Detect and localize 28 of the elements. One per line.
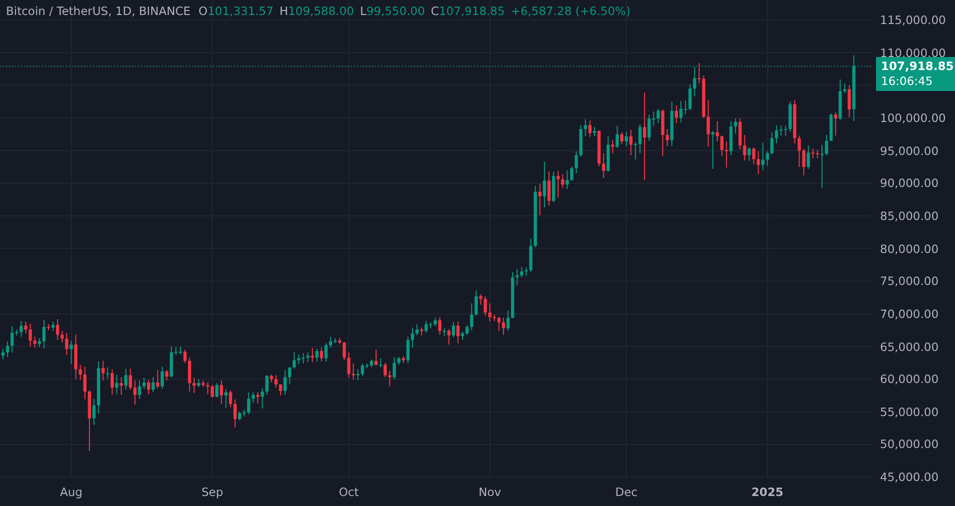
ohlc-value: O101,331.57	[198, 4, 274, 18]
date-tick-label: Dec	[615, 485, 638, 499]
price-tick-label: 55,000.00	[880, 404, 939, 420]
price-change: +6,587.28 (+6.50%)	[510, 4, 630, 18]
date-tick-label: Nov	[478, 485, 502, 499]
date-tick-label: Oct	[338, 485, 359, 499]
price-tick-label: 50,000.00	[880, 436, 939, 452]
price-tick-label: 85,000.00	[880, 208, 939, 224]
price-tick-label: 75,000.00	[880, 273, 939, 290]
current-price: 107,918.85	[881, 59, 955, 74]
price-tick-label: 45,000.00	[880, 469, 939, 486]
bar-countdown: 16:06:45	[881, 74, 934, 90]
price-tick-label: 100,000.00	[880, 110, 946, 126]
ohlc-value: L99,550.00	[360, 4, 425, 18]
price-tick-label: 80,000.00	[880, 240, 939, 257]
date-tick-label: 2025	[751, 485, 784, 499]
price-tick-label: 60,000.00	[880, 371, 939, 388]
ohlc-value: C107,918.85	[430, 4, 505, 18]
price-tick-label: 95,000.00	[880, 142, 939, 159]
date-tick-label: Sep	[201, 485, 224, 499]
ohlc-value: H109,588.00	[279, 4, 354, 18]
price-tick-label: 115,000.00	[880, 12, 946, 28]
date-tick-label: Aug	[60, 485, 82, 499]
symbol-title: Bitcoin / TetherUS, 1D, BINANCE	[6, 4, 191, 18]
price-tick-label: 110,000.00	[880, 44, 946, 61]
price-tick-label: 65,000.00	[880, 338, 939, 354]
price-tick-label: 90,000.00	[880, 175, 939, 192]
price-tick-label: 70,000.00	[880, 306, 939, 322]
